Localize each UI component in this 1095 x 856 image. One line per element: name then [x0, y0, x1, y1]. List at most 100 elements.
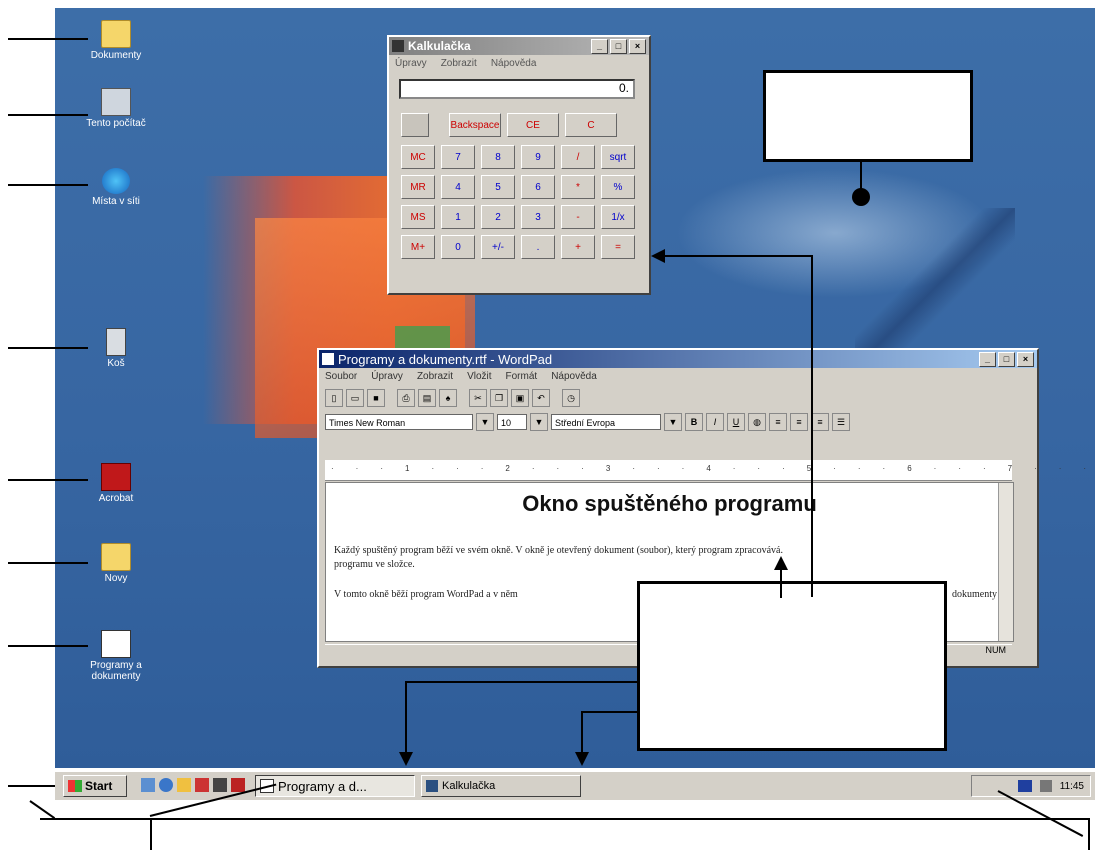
desktop-icon-label: Dokumenty — [90, 50, 142, 61]
calc-key[interactable]: = — [601, 235, 635, 259]
close-button[interactable]: × — [1017, 351, 1034, 367]
new-icon[interactable]: ▯ — [325, 389, 343, 407]
find-icon[interactable]: ♠ — [439, 389, 457, 407]
calc-key[interactable]: +/- — [481, 235, 515, 259]
outlook-icon[interactable] — [177, 778, 191, 792]
calc-key[interactable]: - — [561, 205, 595, 229]
calc-key[interactable]: 3 — [521, 205, 555, 229]
insert-date-icon[interactable]: ◷ — [562, 389, 580, 407]
print-preview-icon[interactable]: ▤ — [418, 389, 436, 407]
bracket-line — [29, 800, 56, 820]
task-button-wordpad[interactable]: Programy a d... — [255, 775, 415, 797]
calc-key[interactable]: . — [521, 235, 555, 259]
menu-item[interactable]: Úpravy — [371, 371, 403, 382]
menu-item[interactable]: Nápověda — [491, 58, 537, 69]
print-icon[interactable]: ⎙ — [397, 389, 415, 407]
cut-icon[interactable]: ✂ — [469, 389, 487, 407]
calc-key[interactable]: 0 — [441, 235, 475, 259]
clock[interactable]: 11:45 — [1060, 781, 1084, 792]
menu-item[interactable]: Úpravy — [395, 58, 427, 69]
vertical-scrollbar[interactable] — [998, 483, 1013, 641]
wordpad-titlebar[interactable]: Programy a dokumenty.rtf - WordPad _ □ × — [319, 350, 1037, 368]
chevron-down-icon[interactable]: ▼ — [530, 413, 548, 431]
font-select[interactable]: Times New Roman — [325, 414, 473, 430]
arrow-head — [575, 752, 589, 766]
menu-item[interactable]: Formát — [506, 371, 538, 382]
start-button[interactable]: Start — [63, 775, 127, 797]
bullets-icon[interactable]: ☰ — [832, 413, 850, 431]
align-left-icon[interactable]: ≡ — [769, 413, 787, 431]
calc-key[interactable]: sqrt — [601, 145, 635, 169]
desktop-icon-acrobat[interactable]: Acrobat — [71, 463, 161, 504]
calc-key[interactable]: MR — [401, 175, 435, 199]
maximize-button[interactable]: □ — [998, 351, 1015, 367]
underline-icon[interactable]: U — [727, 413, 745, 431]
save-icon[interactable]: ■ — [367, 389, 385, 407]
desktop-icon-network[interactable]: Místa v síti — [71, 168, 161, 207]
monitor-icon[interactable] — [213, 778, 227, 792]
color-icon[interactable]: ◍ — [748, 413, 766, 431]
windows-logo-icon — [68, 780, 82, 792]
calc-key[interactable]: 1 — [441, 205, 475, 229]
calc-key[interactable]: C — [565, 113, 617, 137]
acrobat-icon[interactable] — [231, 778, 245, 792]
calc-key[interactable]: 4 — [441, 175, 475, 199]
menu-item[interactable]: Vložit — [467, 371, 491, 382]
copy-icon[interactable]: ❐ — [490, 389, 508, 407]
undo-icon[interactable]: ↶ — [532, 389, 550, 407]
desktop-icon-document[interactable]: Programy a dokumenty — [71, 630, 161, 682]
internet-explorer-icon[interactable] — [159, 778, 173, 792]
italic-icon[interactable]: I — [706, 413, 724, 431]
calc-key[interactable]: + — [561, 235, 595, 259]
pointer-line — [8, 479, 88, 481]
calc-key[interactable]: 7 — [441, 145, 475, 169]
calc-key[interactable]: * — [561, 175, 595, 199]
calc-key[interactable]: 1/x — [601, 205, 635, 229]
document-paragraph: dokumenty — [952, 589, 997, 600]
close-button[interactable]: × — [629, 38, 646, 54]
start-label: Start — [85, 779, 113, 793]
bold-icon[interactable]: B — [685, 413, 703, 431]
ruler[interactable]: ···1···2···3···4···5···6···7···8···9···1… — [325, 460, 1095, 481]
calculator-window[interactable]: Kalkulačka _ □ × Úpravy Zobrazit Nápověd… — [387, 35, 651, 295]
calc-key[interactable]: MC — [401, 145, 435, 169]
bracket-line — [1088, 818, 1090, 850]
calc-key[interactable]: M+ — [401, 235, 435, 259]
font-size-select[interactable]: 10 — [497, 414, 527, 430]
calc-key[interactable]: % — [601, 175, 635, 199]
chevron-down-icon[interactable]: ▼ — [664, 413, 682, 431]
menu-item[interactable]: Zobrazit — [417, 371, 453, 382]
desktop-icon-my-computer[interactable]: Tento počítač — [71, 88, 161, 129]
minimize-button[interactable]: _ — [591, 38, 608, 54]
menu-item[interactable]: Zobrazit — [441, 58, 477, 69]
arrow-head — [774, 556, 788, 570]
desktop-icon-documents[interactable]: Dokumenty — [71, 20, 161, 61]
minimize-button[interactable]: _ — [979, 351, 996, 367]
calc-key[interactable]: 5 — [481, 175, 515, 199]
calc-key[interactable]: CE — [507, 113, 559, 137]
align-right-icon[interactable]: ≡ — [811, 413, 829, 431]
calculator-titlebar[interactable]: Kalkulačka _ □ × — [389, 37, 649, 55]
network-icon[interactable] — [1017, 780, 1032, 792]
callout-box — [763, 70, 973, 162]
script-select[interactable]: Střední Evropa — [551, 414, 661, 430]
media-icon[interactable] — [195, 778, 209, 792]
align-center-icon[interactable]: ≡ — [790, 413, 808, 431]
calc-key[interactable]: 8 — [481, 145, 515, 169]
menu-item[interactable]: Soubor — [325, 371, 357, 382]
calc-key[interactable]: MS — [401, 205, 435, 229]
paste-icon[interactable]: ▣ — [511, 389, 529, 407]
menu-item[interactable]: Nápověda — [551, 371, 597, 382]
maximize-button[interactable]: □ — [610, 38, 627, 54]
task-label: Programy a d... — [278, 778, 367, 794]
calc-key[interactable]: 2 — [481, 205, 515, 229]
task-button-calculator[interactable]: Kalkulačka — [421, 775, 581, 797]
calc-key[interactable]: Backspace — [449, 113, 501, 137]
calc-key[interactable]: / — [561, 145, 595, 169]
calc-key[interactable]: 9 — [521, 145, 555, 169]
volume-icon[interactable] — [1039, 780, 1052, 792]
chevron-down-icon[interactable]: ▼ — [476, 413, 494, 431]
open-icon[interactable]: ▭ — [346, 389, 364, 407]
desktop-icon[interactable] — [141, 778, 155, 792]
calc-key[interactable]: 6 — [521, 175, 555, 199]
